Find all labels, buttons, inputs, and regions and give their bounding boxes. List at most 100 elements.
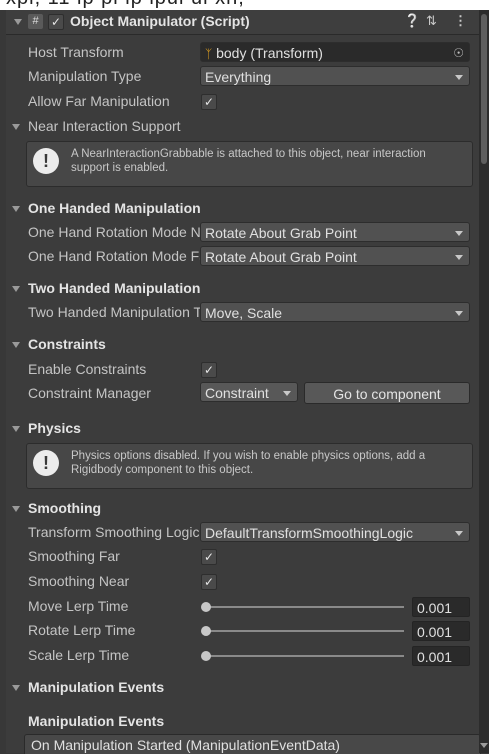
manipulation-events-foldout[interactable]: Manipulation Events [6,676,479,700]
chevron-down-icon [455,255,463,260]
one-hand-rotation-far-dropdown[interactable]: Rotate About Grab Point [200,246,470,266]
component-title: Object Manipulator (Script) [70,13,250,29]
manipulation-started-event-title: On Manipulation Started (ManipulationEve… [31,737,340,753]
chevron-down-icon [455,311,463,316]
host-transform-row: Host Transform ᛉ body (Transform) ☉ [6,41,479,65]
enable-constraints-row: Enable Constraints ✓ [6,358,479,382]
manipulation-type-row: Manipulation Type Everything [6,65,479,89]
near-interaction-help-text: A NearInteractionGrabbable is attached t… [71,148,426,174]
inspector-scrollbar[interactable] [479,10,489,753]
physics-help-text: Physics options disabled. If you wish to… [71,450,426,476]
smoothing-logic-label: Transform Smoothing Logic [28,524,200,540]
foldout-triangle-icon[interactable] [12,685,20,691]
one-handed-foldout[interactable]: One Handed Manipulation [6,197,479,221]
scale-lerp-value-field[interactable]: 0.001 [412,646,470,666]
two-handed-header: Two Handed Manipulation [28,280,201,296]
manipulation-events-subheader: Manipulation Events [28,713,165,729]
one-hand-rotation-far-label: One Hand Rotation Mode Far [28,248,200,264]
foldout-triangle-icon[interactable] [12,342,20,348]
rotate-lerp-slider-handle[interactable] [201,626,211,636]
one-hand-rotation-far-row: One Hand Rotation Mode Far Rotate About … [6,245,479,269]
manipulation-started-event[interactable]: On Manipulation Started (ManipulationEve… [24,734,481,754]
chevron-down-icon [283,391,291,396]
move-lerp-slider-track[interactable] [204,606,404,608]
smoothing-near-checkbox[interactable]: ✓ [201,574,217,590]
constraints-foldout[interactable]: Constraints [6,333,479,357]
object-picker-icon[interactable]: ☉ [453,43,464,61]
host-transform-field[interactable]: ᛉ body (Transform) ☉ [200,42,470,62]
scrollbar-thumb[interactable] [481,14,487,164]
foldout-triangle-icon[interactable] [12,426,20,432]
constraint-manager-row: Constraint Manager Constraint Go to comp… [6,382,479,406]
near-interaction-header: Near Interaction Support [28,118,181,134]
physics-foldout[interactable]: Physics [6,417,479,441]
manipulation-type-dropdown[interactable]: Everything [200,66,470,86]
one-handed-header: One Handed Manipulation [28,200,201,216]
rotate-lerp-slider-track[interactable] [204,630,404,632]
smoothing-logic-row: Transform Smoothing Logic DefaultTransfo… [6,521,479,545]
collapse-triangle-icon[interactable] [14,19,22,25]
two-handed-type-label: Two Handed Manipulation Type [28,304,200,320]
constraint-manager-label: Constraint Manager [28,385,151,401]
chevron-down-icon [455,75,463,80]
move-lerp-slider-handle[interactable] [201,602,211,612]
two-handed-foldout[interactable]: Two Handed Manipulation [6,277,479,301]
kebab-menu-icon[interactable]: ⋮ [454,13,467,29]
smoothing-logic-dropdown[interactable]: DefaultTransformSmoothingLogic [200,522,470,542]
transform-icon: ᛉ [205,47,213,61]
physics-header: Physics [28,420,81,436]
chevron-down-icon [455,531,463,536]
move-lerp-label: Move Lerp Time [28,598,129,614]
smoothing-far-label: Smoothing Far [28,548,120,564]
go-to-component-button[interactable]: Go to component [304,382,470,404]
preset-icon[interactable]: ⇅ [426,13,437,29]
scroll-down-arrow-icon[interactable] [480,743,488,748]
enable-constraints-label: Enable Constraints [28,361,147,377]
component-header[interactable]: # ✓ Object Manipulator (Script) ❔ ⇅ ⋮ [6,10,479,35]
two-handed-type-row: Two Handed Manipulation Type Move, Scale [6,301,479,325]
smoothing-far-checkbox[interactable]: ✓ [201,549,217,565]
manipulation-type-label: Manipulation Type [28,68,142,84]
info-icon: ! [33,148,59,174]
constraint-manager-dropdown[interactable]: Constraint [200,382,298,402]
smoothing-foldout[interactable]: Smoothing [6,497,479,521]
allow-far-label: Allow Far Manipulation [28,93,170,109]
foldout-triangle-icon[interactable] [12,206,20,212]
one-hand-rotation-near-dropdown[interactable]: Rotate About Grab Point [200,222,470,242]
chevron-down-icon [455,231,463,236]
scale-lerp-label: Scale Lerp Time [28,647,130,663]
constraints-header: Constraints [28,336,106,352]
component-enabled-checkbox[interactable]: ✓ [48,14,64,30]
rotate-lerp-label: Rotate Lerp Time [28,622,136,638]
one-hand-rotation-near-row: One Hand Rotation Mode Near Rotate About… [6,221,479,245]
move-lerp-row: Move Lerp Time 0.001 [6,595,479,619]
smoothing-header: Smoothing [28,500,102,516]
scale-lerp-row: Scale Lerp Time 0.001 [6,644,479,668]
rotate-lerp-value-field[interactable]: 0.001 [412,621,470,641]
smoothing-far-row: Smoothing Far ✓ [6,545,479,569]
one-hand-rotation-near-label: One Hand Rotation Mode Near [28,224,200,240]
near-interaction-helpbox: ! A NearInteractionGrabbable is attached… [26,141,473,187]
host-transform-label: Host Transform [28,44,124,60]
scale-lerp-slider-track[interactable] [204,655,404,657]
two-handed-type-dropdown[interactable]: Move, Scale [200,302,470,322]
physics-helpbox: ! Physics options disabled. If you wish … [26,443,473,489]
enable-constraints-checkbox[interactable]: ✓ [201,362,217,378]
foldout-triangle-icon[interactable] [12,124,20,130]
scale-lerp-slider-handle[interactable] [201,651,211,661]
inspector-panel: # ✓ Object Manipulator (Script) ❔ ⇅ ⋮ Ho… [6,10,481,754]
help-icon[interactable]: ❔ [404,13,420,29]
info-icon: ! [33,450,59,476]
foldout-triangle-icon[interactable] [12,286,20,292]
allow-far-checkbox[interactable]: ✓ [201,94,217,110]
foldout-triangle-icon[interactable] [12,506,20,512]
move-lerp-value-field[interactable]: 0.001 [412,597,470,617]
smoothing-near-label: Smoothing Near [28,573,130,589]
smoothing-near-row: Smoothing Near ✓ [6,570,479,594]
cropped-top-text: xpl, 11 ip pi ip ipul ul xn, [0,0,489,10]
rotate-lerp-row: Rotate Lerp Time 0.001 [6,619,479,643]
allow-far-row: Allow Far Manipulation ✓ [6,90,479,114]
script-icon: # [28,14,43,29]
manipulation-events-subheader-row: Manipulation Events [6,710,479,734]
near-interaction-foldout[interactable]: Near Interaction Support [6,115,479,139]
